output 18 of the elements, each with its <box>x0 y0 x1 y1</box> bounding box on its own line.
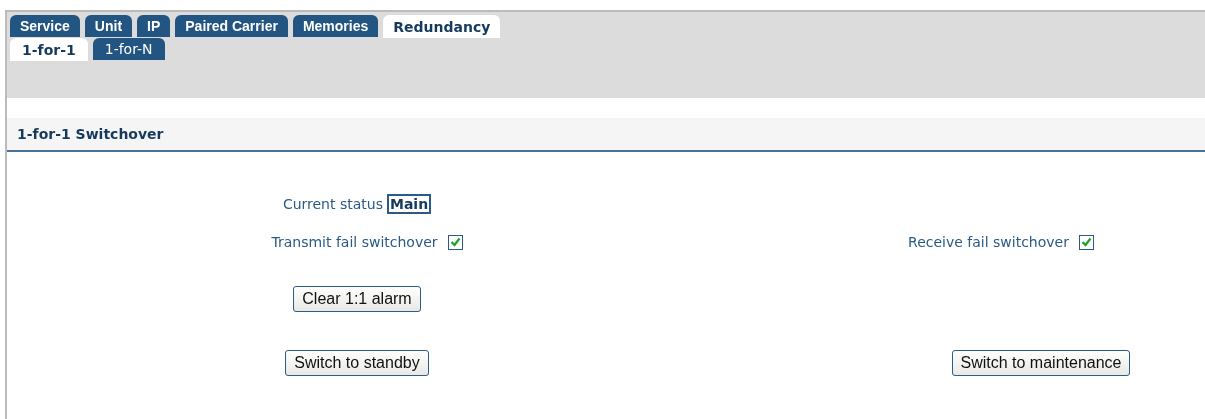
transmit-fail-label: Transmit fail switchover <box>271 234 438 250</box>
checkbox[interactable] <box>1078 234 1094 250</box>
tab[interactable]: Unit <box>84 15 133 37</box>
subtab[interactable]: 1-for-1 <box>10 38 88 61</box>
status-value: Main <box>386 194 432 214</box>
clear-alarm-button[interactable]: Clear 1:1 alarm <box>293 286 421 312</box>
subtab[interactable]: 1-for-N <box>92 38 165 60</box>
checkbox[interactable] <box>447 234 463 250</box>
tab[interactable]: Redundancy <box>383 15 501 38</box>
status-label: Current status <box>282 196 383 212</box>
switch-maintenance-button[interactable]: Switch to maintenance <box>951 350 1131 376</box>
switch-standby-button[interactable]: Switch to standby <box>285 350 429 376</box>
receive-fail-label: Receive fail switchover <box>908 234 1069 250</box>
tab[interactable]: Memories <box>292 15 379 37</box>
tab[interactable]: IP <box>137 15 171 37</box>
tab[interactable]: Service <box>10 15 80 37</box>
section-title: 1-for-1 Switchover <box>17 126 164 142</box>
tab[interactable]: Paired Carrier <box>175 15 288 37</box>
